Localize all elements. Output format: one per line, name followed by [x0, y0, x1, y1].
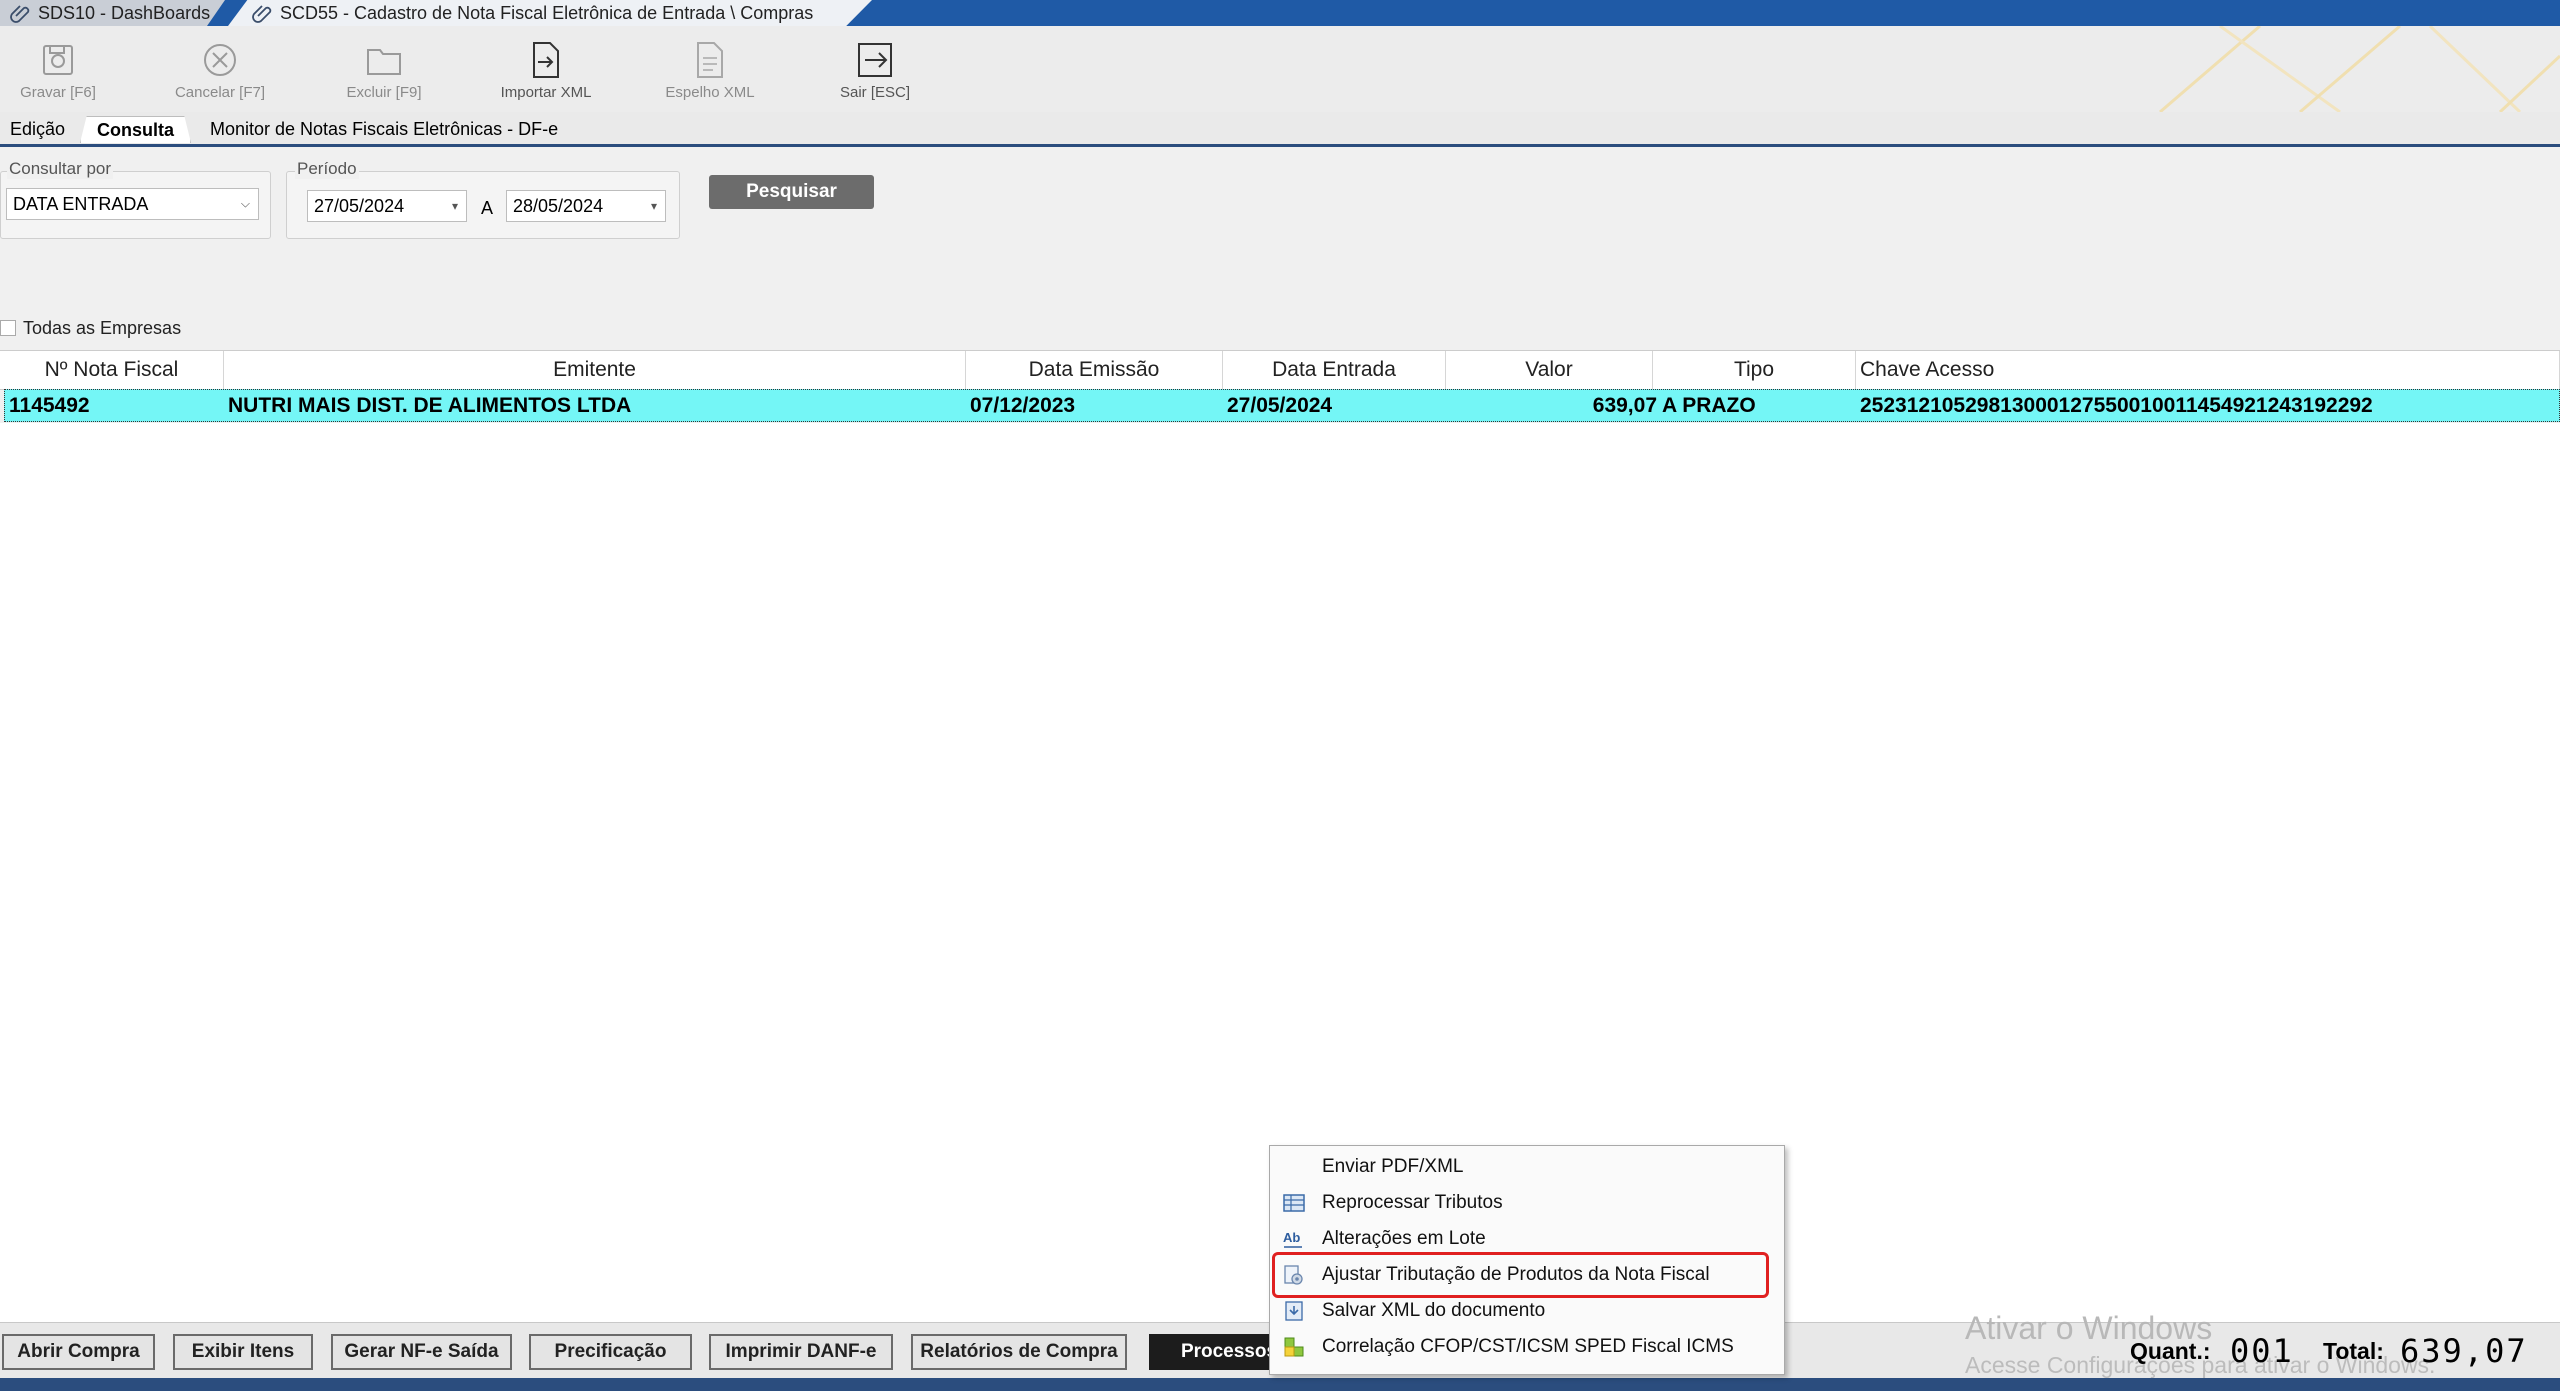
- menu-item-label: Correlação CFOP/CST/ICSM SPED Fiscal ICM…: [1322, 1336, 1734, 1357]
- table-row[interactable]: 1145492 NUTRI MAIS DIST. DE ALIMENTOS LT…: [4, 389, 2560, 422]
- gravar-button[interactable]: Gravar [F6]: [3, 40, 113, 101]
- tab-label: Edição: [10, 118, 66, 139]
- import-file-icon: [533, 42, 559, 78]
- total-value: 639,07: [2400, 1332, 2528, 1370]
- cell-tipo: A PRAZO: [1662, 393, 1756, 417]
- dropdown-arrow-icon: ▾: [650, 199, 657, 213]
- quantity-value: 001: [2230, 1332, 2294, 1370]
- importar-xml-button[interactable]: Importar XML: [491, 40, 601, 101]
- period-separator: A: [481, 198, 494, 218]
- menu-item-label: Salvar XML do documento: [1322, 1300, 1546, 1321]
- column-header[interactable]: Chave Acesso: [1856, 351, 2560, 389]
- abc-icon: Ab: [1283, 1230, 1302, 1248]
- exit-icon: [858, 43, 892, 77]
- date-to-value: 28/05/2024: [513, 195, 604, 216]
- menu-item-correlacao-cfop[interactable]: Correlação CFOP/CST/ICSM SPED Fiscal ICM…: [1270, 1329, 1784, 1365]
- exibir-itens-button[interactable]: Exibir Itens: [173, 1334, 313, 1370]
- espelho-xml-label: Espelho XML: [665, 84, 755, 101]
- toolbar-decoration: [2159, 26, 2560, 112]
- cell-emitente: NUTRI MAIS DIST. DE ALIMENTOS LTDA: [228, 393, 632, 417]
- sair-label: Sair [ESC]: [839, 84, 911, 101]
- paperclip-icon: [10, 5, 30, 23]
- chevron-down-icon: ⌵: [240, 196, 250, 211]
- cell-chave: 2523121052981300012755001001145492124319…: [1860, 393, 2373, 417]
- quantity-label: Quant.:: [2130, 1338, 2211, 1364]
- menu-item-label: Enviar PDF/XML: [1322, 1156, 1464, 1177]
- dropdown-arrow-icon: ▾: [451, 199, 458, 213]
- tab-monitor[interactable]: Monitor de Notas Fiscais Eletrônicas - D…: [200, 116, 568, 142]
- abrir-compra-button[interactable]: Abrir Compra: [2, 1334, 155, 1370]
- consultar-por-label: Consultar por: [7, 159, 114, 179]
- toolbar: Gravar [F6] Cancelar [F7] Excluir [F9] I…: [0, 26, 2560, 112]
- cell-nota: 1145492: [9, 393, 90, 417]
- sair-button[interactable]: Sair [ESC]: [820, 40, 930, 101]
- grid-header: Nº Nota Fiscal Emitente Data Emissão Dat…: [0, 350, 2560, 390]
- window-tab-scd55[interactable]: SCD55 - Cadastro de Nota Fiscal Eletrôni…: [228, 0, 872, 26]
- view-tabs: Edição Consulta Monitor de Notas Fiscais…: [0, 112, 2560, 147]
- espelho-xml-button[interactable]: Espelho XML: [655, 40, 765, 101]
- todas-empresas-label: Todas as Empresas: [23, 318, 182, 338]
- todas-empresas-checkbox[interactable]: [0, 320, 16, 336]
- cell-emissao: 07/12/2023: [970, 393, 1076, 417]
- relatorios-compra-button[interactable]: Relatórios de Compra: [911, 1334, 1127, 1370]
- date-from-value: 27/05/2024: [314, 195, 405, 216]
- menu-item-label: Reprocessar Tributos: [1322, 1192, 1503, 1213]
- svg-text:Ab: Ab: [1283, 1230, 1300, 1245]
- column-header[interactable]: Tipo: [1653, 351, 1856, 389]
- document-icon: [697, 42, 723, 78]
- column-header[interactable]: Data Entrada: [1223, 351, 1446, 389]
- periodo-label: Período: [295, 159, 359, 179]
- cancelar-label: Cancelar [F7]: [174, 84, 266, 101]
- consultar-por-value: DATA ENTRADA: [13, 193, 149, 214]
- cell-valor: 639,07: [1592, 393, 1657, 417]
- column-header[interactable]: Nº Nota Fiscal: [0, 351, 224, 389]
- green-blocks-icon: [1284, 1337, 1304, 1357]
- window-tab-dashboards[interactable]: SDS10 - DashBoards: [0, 0, 225, 26]
- column-header[interactable]: Emitente: [224, 351, 966, 389]
- gravar-label: Gravar [F6]: [20, 84, 96, 101]
- column-header[interactable]: Valor: [1446, 351, 1653, 389]
- menu-item-salvar-xml[interactable]: Salvar XML do documento: [1270, 1293, 1784, 1329]
- save-icon: [43, 45, 73, 75]
- excluir-button[interactable]: Excluir [F9]: [329, 40, 439, 101]
- imprimir-danfe-button[interactable]: Imprimir DANF-e: [709, 1334, 893, 1370]
- window-tab-label: SCD55 - Cadastro de Nota Fiscal Eletrôni…: [280, 2, 814, 23]
- tab-label: Monitor de Notas Fiscais Eletrônicas - D…: [210, 118, 559, 139]
- save-down-icon: [1285, 1301, 1303, 1321]
- tab-consulta[interactable]: Consulta: [80, 116, 192, 143]
- cell-entrada: 27/05/2024: [1227, 393, 1333, 417]
- importar-xml-label: Importar XML: [500, 84, 592, 101]
- cancel-icon: [204, 44, 236, 76]
- column-header[interactable]: Data Emissão: [966, 351, 1223, 389]
- bottom-border: [0, 1378, 2560, 1391]
- total-label: Total:: [2323, 1338, 2384, 1364]
- excluir-label: Excluir [F9]: [346, 84, 422, 101]
- table-icon: [1283, 1194, 1305, 1212]
- tab-edicao[interactable]: Edição: [0, 116, 75, 142]
- cancelar-button[interactable]: Cancelar [F7]: [165, 40, 275, 101]
- menu-item-reprocessar-tributos[interactable]: Reprocessar Tributos: [1270, 1185, 1784, 1221]
- menu-item-enviar-pdf-xml[interactable]: Enviar PDF/XML: [1270, 1149, 1784, 1185]
- highlight-box: [1272, 1252, 1769, 1298]
- window-tab-label: SDS10 - DashBoards: [38, 2, 211, 23]
- menu-item-label: Alterações em Lote: [1322, 1228, 1486, 1249]
- precificacao-button[interactable]: Precificação: [529, 1334, 692, 1370]
- pesquisar-button[interactable]: Pesquisar: [709, 175, 874, 209]
- date-from-picker[interactable]: 27/05/2024 ▾: [307, 190, 467, 222]
- paperclip-icon: [252, 5, 272, 23]
- gerar-nfe-saida-button[interactable]: Gerar NF-e Saída: [331, 1334, 512, 1370]
- tab-label: Consulta: [97, 119, 175, 140]
- date-to-picker[interactable]: 28/05/2024 ▾: [506, 190, 666, 222]
- consultar-por-select[interactable]: DATA ENTRADA ⌵: [6, 188, 259, 220]
- folder-icon: [367, 49, 401, 75]
